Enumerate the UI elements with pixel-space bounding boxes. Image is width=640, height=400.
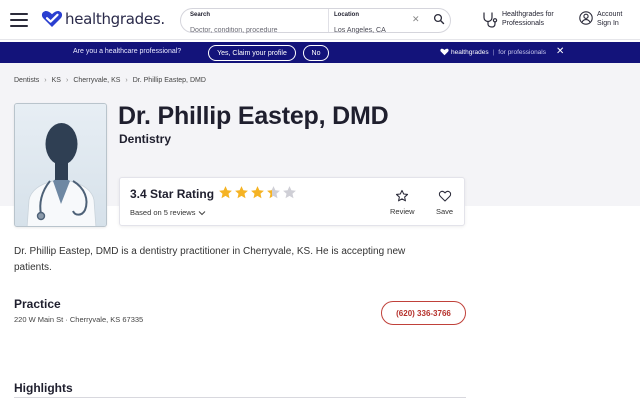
chevron-right-icon: › (44, 77, 47, 84)
breadcrumb-item-state[interactable]: KS (52, 77, 61, 84)
provider-name: Dr. Phillip Eastep, DMD (118, 102, 389, 130)
provider-summary: Dr. Phillip Eastep, DMD is a dentistry p… (14, 246, 406, 273)
professionals-link-text: Healthgrades for Professionals (502, 11, 554, 27)
breadcrumb-item-dentists[interactable]: Dentists (14, 77, 39, 84)
reviews-count-text: Based on 5 reviews (130, 208, 196, 217)
rating-star-icon (219, 186, 232, 199)
healthgrades-logo[interactable]: healthgrades. (41, 10, 165, 28)
search-term-input[interactable] (190, 26, 328, 35)
search-term-label: Search (190, 12, 211, 18)
search-location-segment[interactable]: Location (329, 9, 409, 35)
chevron-right-icon: › (125, 77, 128, 84)
rating-star-icon (235, 186, 248, 199)
heart-outline-icon (438, 190, 451, 202)
review-label: Review (390, 207, 415, 216)
rating-star-icon (251, 186, 264, 199)
chevron-down-icon (199, 210, 206, 215)
promo-brand-suffix: for professionals (498, 48, 546, 56)
promo-brand-divider: | (492, 48, 495, 56)
doctor-silhouette-icon (15, 104, 106, 226)
search-bar: Search Location (180, 8, 451, 35)
clear-location-icon[interactable]: ✕ (412, 14, 420, 24)
logo-text: healthgrades. (65, 10, 165, 28)
practice-address: 220 W Main St · Cherryvale, KS 67335 (14, 315, 144, 324)
section-divider (14, 397, 466, 398)
site-header: healthgrades. Search Location ✕ Healthgr… (0, 0, 640, 40)
professionals-link[interactable]: Healthgrades for Professionals (481, 11, 564, 28)
rating-card: 3.4 Star Rating Based on 5 reviews Revie… (119, 177, 465, 226)
reviews-dropdown-link[interactable]: Based on 5 reviews (130, 208, 206, 217)
search-term-segment[interactable]: Search (181, 9, 329, 35)
practice-heading: Practice (14, 297, 61, 311)
stethoscope-icon (483, 12, 498, 28)
promo-brand: healthgrades | for professionals (440, 48, 546, 56)
rating-star-icon (267, 186, 280, 199)
search-location-input[interactable] (334, 26, 409, 35)
star-rating (218, 185, 298, 200)
breadcrumb: Dentists › KS › Cherryvale, KS › Dr. Phi… (14, 77, 206, 84)
save-label: Save (436, 207, 454, 216)
breadcrumb-item-current: Dr. Phillip Eastep, DMD (132, 77, 206, 84)
star-rating-title: 3.4 Star Rating (130, 187, 215, 201)
professional-claim-banner: Are you a healthcare professional? Yes, … (0, 42, 640, 63)
highlights-heading: Highlights (14, 381, 73, 395)
account-user-icon (579, 11, 593, 25)
promo-question: Are you a healthcare professional? (73, 48, 182, 55)
search-location-label: Location (334, 12, 359, 18)
provider-specialty: Dentistry (119, 132, 172, 146)
claim-profile-button[interactable]: Yes, Claim your profile (208, 45, 296, 61)
account-link-text: Account Sign In (597, 11, 623, 27)
breadcrumb-item-city[interactable]: Cherryvale, KS (73, 77, 120, 84)
heart-logo-icon (440, 48, 449, 56)
account-sign-in-link[interactable]: Account Sign In (579, 11, 631, 28)
save-provider-button[interactable]: Save (436, 189, 453, 216)
promo-brand-name: healthgrades (451, 48, 489, 56)
close-banner-icon[interactable]: ✕ (556, 47, 564, 57)
chevron-right-icon: › (65, 77, 69, 84)
heart-check-logo-icon (41, 11, 63, 27)
provider-avatar (14, 103, 107, 227)
write-review-button[interactable]: Review (390, 189, 415, 216)
rating-star-icon (283, 186, 296, 199)
decline-button[interactable]: No (303, 45, 329, 61)
hamburger-menu-icon[interactable] (10, 13, 28, 27)
search-icon[interactable] (433, 13, 445, 25)
star-outline-icon (396, 189, 409, 202)
phone-number-button[interactable]: (620) 336-3766 (381, 301, 466, 325)
